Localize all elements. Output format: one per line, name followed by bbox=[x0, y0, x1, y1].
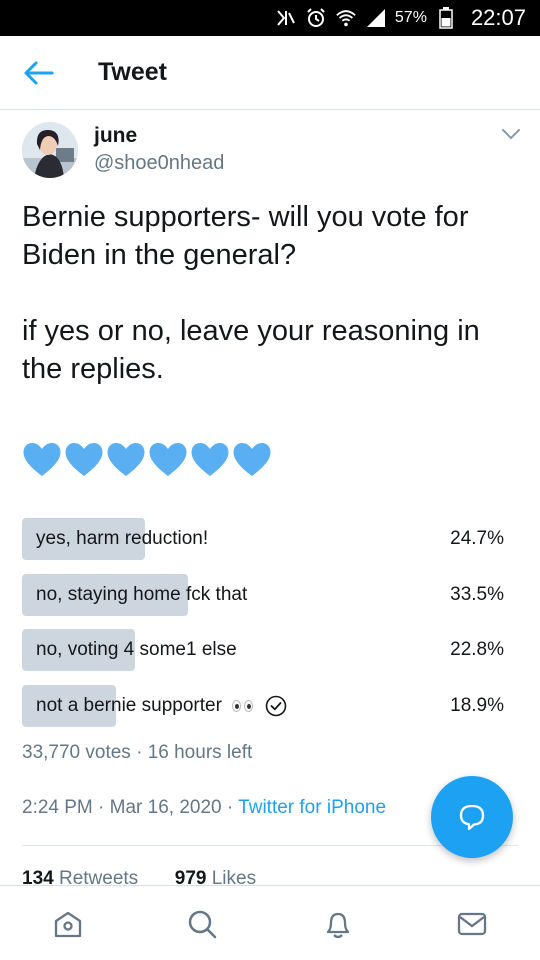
poll-option-label: not a bernie supporter bbox=[36, 695, 287, 717]
poll-option-label: no, staying home fck that bbox=[36, 583, 248, 605]
author-name[interactable]: june bbox=[94, 124, 137, 148]
poll-time-left: 16 hours left bbox=[147, 742, 253, 763]
blue-heart-icon bbox=[65, 442, 103, 476]
app-header: Tweet bbox=[0, 36, 540, 110]
poll-option[interactable]: not a bernie supporter 18.9% bbox=[22, 684, 518, 727]
tweet-time: 2:24 PM bbox=[22, 797, 93, 818]
tweet-source-link[interactable]: Twitter for iPhone bbox=[238, 797, 386, 818]
speech-bubble-icon bbox=[459, 804, 485, 831]
poll-option-percent: 24.7% bbox=[450, 528, 504, 549]
heart-emoji-row bbox=[22, 440, 272, 482]
tweet-timestamp: 2:24 PM · Mar 16, 2020 · Twitter for iPh… bbox=[22, 797, 387, 818]
nfc-icon bbox=[275, 7, 297, 29]
signal-icon bbox=[365, 7, 387, 29]
author-handle[interactable]: @shoe0nhead bbox=[94, 152, 224, 175]
wifi-icon bbox=[335, 7, 357, 29]
battery-percent: 57% bbox=[394, 9, 427, 26]
poll-option-percent: 22.8% bbox=[450, 639, 504, 660]
back-arrow-icon[interactable] bbox=[22, 58, 54, 88]
poll-option-label: no, voting 4 some1 else bbox=[36, 639, 237, 660]
tweet-date: Mar 16, 2020 bbox=[109, 797, 222, 818]
bottom-nav bbox=[0, 885, 540, 960]
status-bar: 57% 22:07 bbox=[0, 0, 540, 36]
poll-option-label: yes, harm reduction! bbox=[36, 528, 209, 549]
status-time: 22:07 bbox=[470, 5, 526, 30]
poll-option-percent: 18.9% bbox=[450, 694, 504, 716]
page-title: Tweet bbox=[98, 58, 167, 86]
voted-check-icon bbox=[265, 695, 287, 716]
poll-option[interactable]: no, staying home fck that 33.5% bbox=[22, 573, 518, 616]
poll-option[interactable]: no, voting 4 some1 else 22.8% bbox=[22, 629, 518, 671]
blue-heart-icon bbox=[23, 442, 61, 476]
poll-votes: 33,770 votes bbox=[22, 742, 131, 763]
chevron-down-icon[interactable] bbox=[500, 126, 522, 142]
blue-heart-icon bbox=[191, 442, 229, 476]
poll-option-percent: 33.5% bbox=[450, 583, 504, 605]
notifications-icon[interactable] bbox=[322, 908, 354, 940]
tweet-text: Bernie supporters- will you vote for Bid… bbox=[22, 201, 480, 385]
reply-fab-button[interactable] bbox=[431, 776, 513, 858]
home-icon[interactable] bbox=[52, 908, 84, 940]
eyes-icon bbox=[231, 699, 253, 712]
poll: yes, harm reduction! 24.7% no, staying h… bbox=[22, 518, 518, 740]
status-icons: 57% 22:07 bbox=[275, 0, 526, 36]
tweet-author: june @shoe0nhead bbox=[22, 122, 522, 184]
poll-summary: 33,770 votes · 16 hours left bbox=[22, 742, 252, 764]
alarm-icon bbox=[305, 7, 327, 29]
separator-dot: · bbox=[136, 742, 148, 763]
messages-icon[interactable] bbox=[456, 908, 488, 940]
battery-icon bbox=[435, 7, 457, 29]
blue-heart-icon bbox=[233, 442, 271, 476]
blue-heart-icon bbox=[149, 442, 187, 476]
search-icon[interactable] bbox=[186, 908, 218, 940]
blue-heart-icon bbox=[107, 442, 145, 476]
avatar[interactable] bbox=[22, 122, 78, 178]
poll-option[interactable]: yes, harm reduction! 24.7% bbox=[22, 518, 518, 560]
